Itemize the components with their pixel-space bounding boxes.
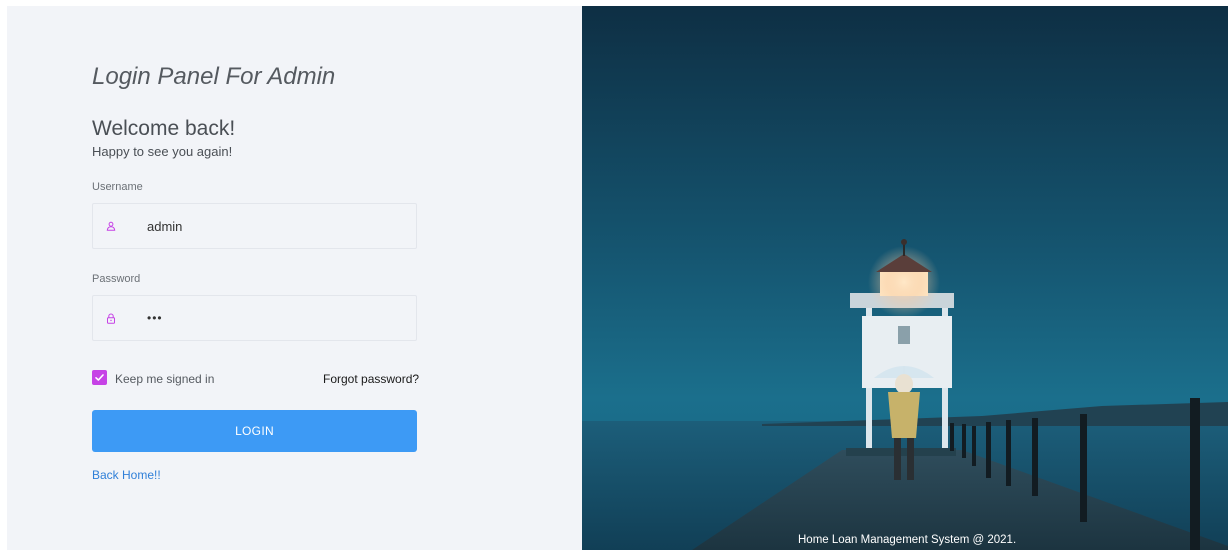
username-label: Username — [92, 181, 143, 193]
footer-caption: Home Loan Management System @ 2021. — [798, 534, 1017, 546]
welcome-heading: Welcome back! — [92, 117, 236, 140]
lighthouse-pier-scene — [582, 6, 1228, 550]
keep-signed-in-checkbox[interactable] — [92, 370, 107, 385]
username-field[interactable] — [92, 203, 417, 249]
username-input[interactable] — [147, 218, 387, 234]
user-icon — [104, 219, 118, 233]
password-field[interactable]: ••• — [92, 295, 417, 341]
welcome-subtitle: Happy to see you again! — [92, 144, 233, 159]
forgot-password-link[interactable]: Forgot password? — [323, 372, 419, 386]
login-panel: Login Panel For Admin Welcome back! Happ… — [7, 6, 582, 550]
lock-icon — [104, 311, 118, 325]
login-button[interactable]: LOGIN — [92, 410, 417, 452]
password-label: Password — [92, 273, 141, 285]
back-home-link[interactable]: Back Home!! — [92, 468, 161, 482]
keep-signed-in-label[interactable]: Keep me signed in — [115, 372, 214, 386]
check-icon — [95, 374, 104, 381]
hero-image: Home Loan Management System @ 2021. — [582, 6, 1228, 550]
password-input[interactable]: ••• — [147, 311, 387, 325]
page-title: Login Panel For Admin — [92, 63, 336, 90]
